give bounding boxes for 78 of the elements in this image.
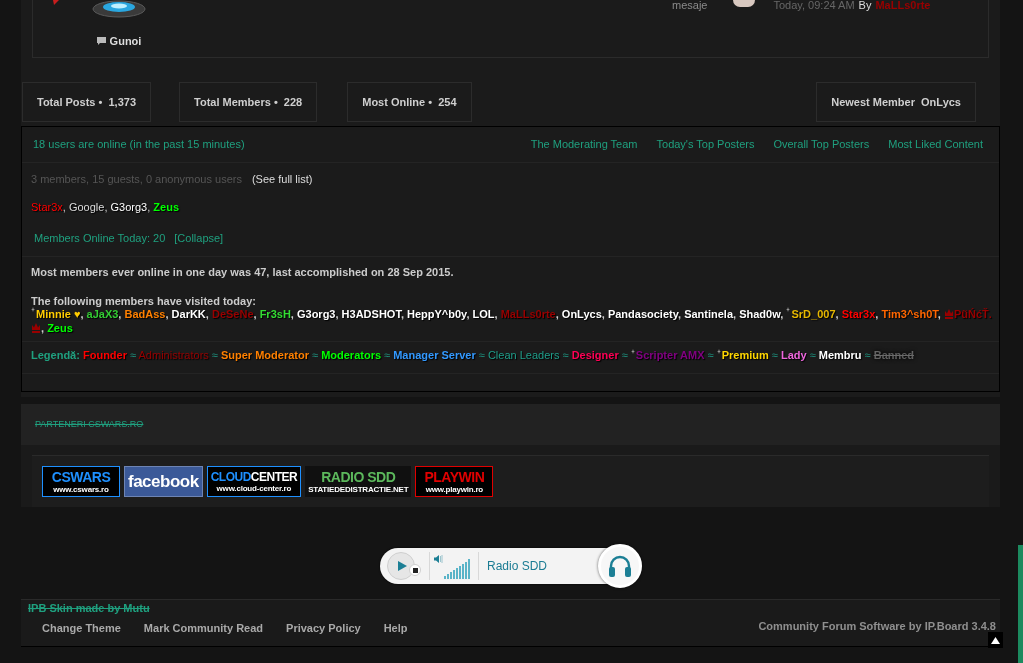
group-label: Scripter AMX <box>630 349 705 361</box>
partners-title[interactable]: PARTENERI CSWARS.RO <box>35 417 144 432</box>
powered-by-text: Community Forum Software by IP.Board 3.4.8 <box>758 620 996 632</box>
stat-box: Total Posts • 1,373 <box>22 82 152 122</box>
speaker-icon <box>434 555 443 563</box>
nav-link[interactable]: The Moderating Team <box>530 136 638 153</box>
scroll-top-button[interactable] <box>988 632 1003 648</box>
partner-banner[interactable]: facebook <box>124 466 203 497</box>
stat-box: Total Members • 228 <box>179 82 318 122</box>
partner-banner[interactable]: PLAYWIN www.playwin.ro <box>415 466 494 497</box>
group-label: Administrators <box>138 349 209 361</box>
footer-link[interactable]: Mark Community Read <box>143 622 264 634</box>
triangle-up-icon <box>991 636 1000 644</box>
crown-icon <box>944 309 953 319</box>
member-link[interactable]: DarKK <box>171 308 206 320</box>
nav-link[interactable]: Overall Top Posters <box>773 136 870 153</box>
group-label: Super Moderator <box>220 349 309 361</box>
speech-bubble-icon <box>96 37 106 45</box>
by-label: By <box>858 0 872 10</box>
crown-icon <box>32 323 40 333</box>
post-time: Today, 09:24 AM <box>773 0 855 10</box>
group-label: Membru <box>818 349 862 361</box>
group-label: Clean Leaders <box>487 349 560 361</box>
online-title: 18 users are online (in the past 15 minutes) <box>33 137 245 153</box>
member-link[interactable]: Zeus <box>47 322 73 334</box>
group-label: Designer <box>571 349 619 361</box>
member-link[interactable]: Tim3^sh0T <box>881 308 938 320</box>
volume-bars-icon <box>444 559 472 579</box>
footer-link[interactable]: Change Theme <box>42 622 121 634</box>
nav-link[interactable]: Most Liked Content <box>888 136 983 153</box>
member-link[interactable]: SrD_007 <box>786 308 836 320</box>
footer-link[interactable]: Help <box>383 622 408 634</box>
sparkle-icon <box>31 307 35 312</box>
group-label: Premium <box>716 349 769 361</box>
visited-title: The following members have visited today: <box>31 295 257 307</box>
partner-banner[interactable]: CLOUDCENTER www.cloud-center.ro <box>206 466 302 497</box>
collapse-link[interactable]: [Collapse] <box>174 232 224 244</box>
footer-link[interactable]: Privacy Policy <box>286 622 361 634</box>
group-label: Lady <box>780 349 807 361</box>
post-count-label: mesaje <box>672 0 708 10</box>
online-today-count: Members Online Today: 20 <box>34 232 166 244</box>
station-name: Radio SDD <box>487 558 548 575</box>
record-text: Most members ever online in one day was 47, last accomplished on 28 Sep 2015. <box>31 266 455 278</box>
member-link[interactable]: Star3x <box>31 201 63 213</box>
group-label: Moderators <box>321 349 382 361</box>
group-label: Manager Server <box>393 349 476 361</box>
partner-banner[interactable]: RADIO SDD STATIEDEDISTRACTIE.NET <box>305 466 412 497</box>
headphones-button[interactable] <box>598 544 642 588</box>
member-link[interactable]: OnLycs <box>561 308 602 320</box>
avatar <box>733 0 756 7</box>
member-link[interactable]: Fr3sH <box>259 308 291 320</box>
nav-link[interactable]: Today's Top Posters <box>656 136 755 153</box>
see-full-list-link[interactable]: (See full list) <box>251 173 313 185</box>
member-link[interactable]: Pandasociety <box>607 308 678 320</box>
stat-box: Newest Member OnLycs <box>816 82 976 122</box>
headphones-icon <box>608 555 632 577</box>
group-label: Founder <box>82 349 127 361</box>
triangle-icon <box>53 0 59 5</box>
member-link[interactable]: H3ADSHOT <box>341 308 401 320</box>
online-users-list: Star3x, Google, G3org3, Zeus <box>31 201 999 213</box>
scrollbar-thumb[interactable] <box>1018 545 1023 663</box>
legend-text: Legendă: Founder ≈ Administrators ≈ Super Moderator ≈ Moderators ≈ Manager Server ≈ Clean Leaders ≈ Designer ≈ Scripter AMX ≈ Premium ≈ Lady ≈ Membru ≈ Banned <box>31 349 916 361</box>
sparkle-icon <box>786 307 791 312</box>
disc-icon <box>92 0 146 18</box>
member-link[interactable]: Zeus <box>153 201 180 213</box>
sparkle-icon <box>630 349 635 354</box>
stat-box: Most Online • 254 <box>347 82 472 122</box>
partner-banner[interactable]: CSWARS www.cswars.ro <box>42 466 120 497</box>
play-button[interactable] <box>387 552 415 580</box>
member-link[interactable]: Minnie ♥ <box>31 308 81 320</box>
stop-icon <box>412 567 418 573</box>
visited-members-list: Minnie ♥, aJaX3, BadAss, DarKK, DeSeNe, Fr3sH, G3org3, H3ADSHOT, HeppY^b0y, LOL, MaLLs0rte, OnLycs, Pandasociety, Santinela, Shad0w, SrD_007, Star3x, Tim3^sh0T, PũŃćŤ. , Zeus <box>31 307 992 335</box>
play-icon <box>397 561 407 571</box>
member-link[interactable]: LOL <box>472 308 495 320</box>
sparkle-icon <box>716 349 721 354</box>
skin-credit-link[interactable]: IPB Skin made by Mutu <box>28 602 150 614</box>
forum-link[interactable]: Gunoi <box>109 35 142 47</box>
group-label: Banned <box>873 349 915 361</box>
